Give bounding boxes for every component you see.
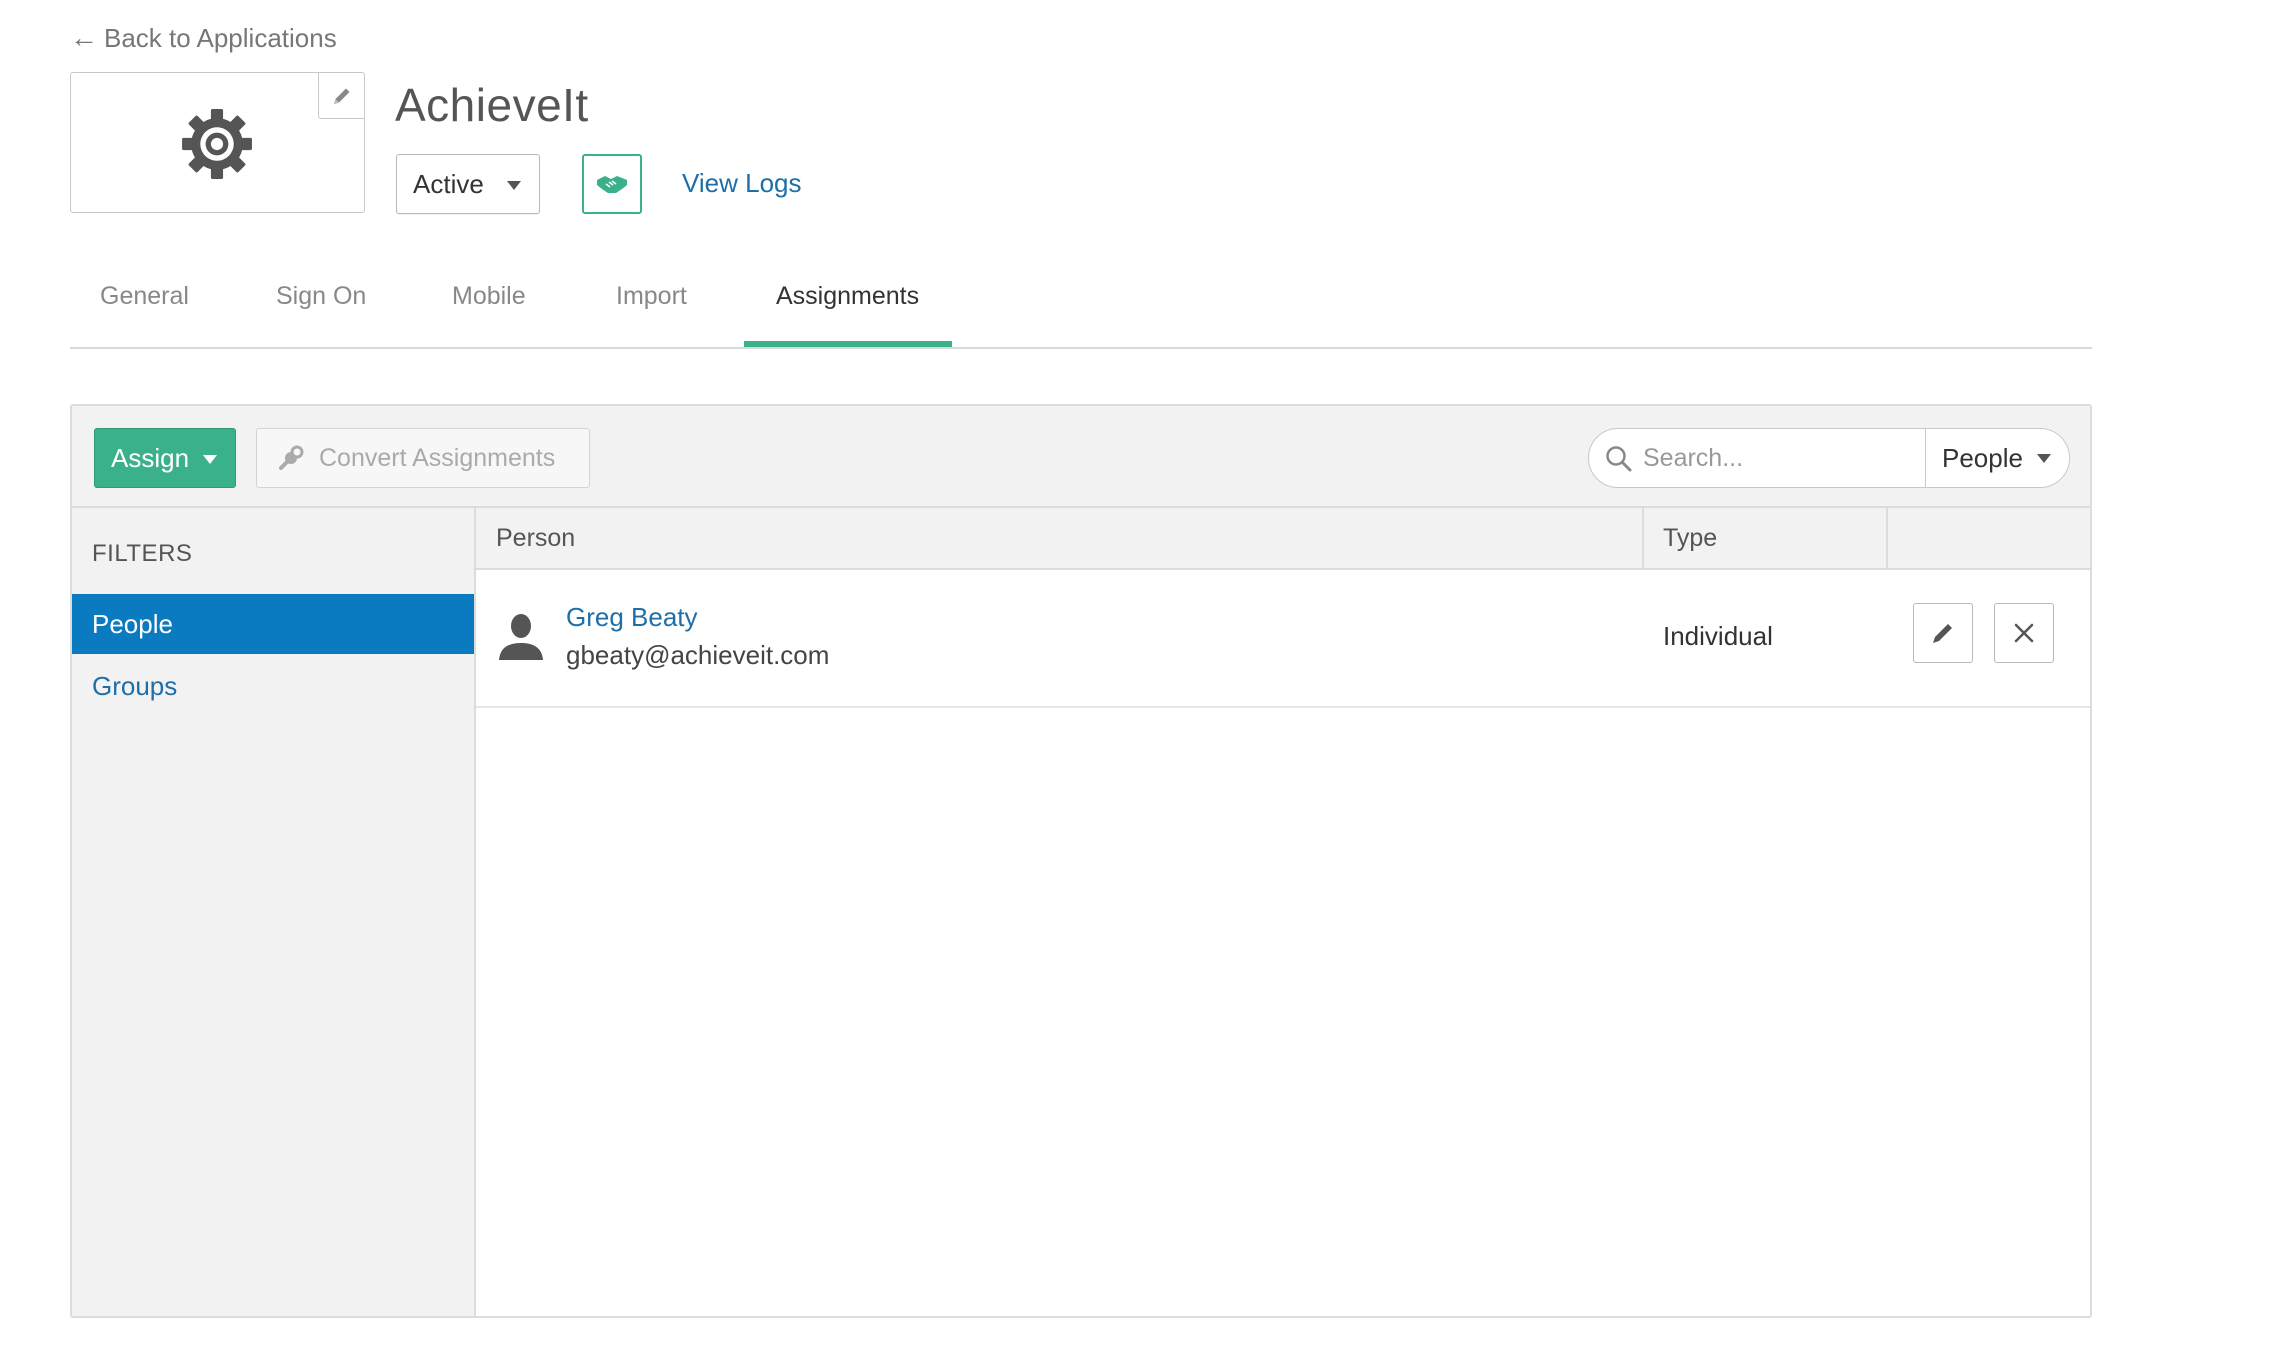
person-name-link[interactable]: Greg Beaty <box>566 602 698 633</box>
column-divider <box>1642 508 1644 570</box>
filter-groups[interactable]: Groups <box>72 656 474 716</box>
edit-logo-button[interactable] <box>318 73 364 119</box>
search-input[interactable] <box>1643 429 1923 487</box>
filter-people[interactable]: People <box>72 594 474 654</box>
app-logo <box>70 72 365 213</box>
person-email: gbeaty@achieveit.com <box>566 640 830 670</box>
back-to-applications-link[interactable]: ← Back to Applications <box>70 22 337 54</box>
arrow-left-icon: ← <box>70 22 98 53</box>
app-tabs: General Sign On Mobile Import Assignment… <box>70 258 2092 349</box>
pencil-icon <box>333 88 349 104</box>
filters-heading: FILTERS <box>92 540 193 567</box>
tab-assignments[interactable]: Assignments <box>776 282 919 311</box>
search-box: People <box>1588 428 2070 488</box>
gear-icon <box>182 109 252 179</box>
chevron-down-icon <box>507 181 521 190</box>
column-divider <box>1886 508 1888 570</box>
pencil-icon <box>1933 624 1952 643</box>
assign-button[interactable]: Assign <box>94 428 236 488</box>
assignments-panel: Assign Convert Assignments People FILTER <box>70 404 2092 1318</box>
tab-mobile[interactable]: Mobile <box>452 282 526 311</box>
chevron-down-icon <box>203 455 217 464</box>
view-logs-link[interactable]: View Logs <box>682 168 802 199</box>
convert-assignments-button[interactable]: Convert Assignments <box>256 428 590 488</box>
provisioning-button[interactable] <box>582 154 642 214</box>
table-row: Greg Beaty gbeaty@achieveit.com Individu… <box>476 570 2090 708</box>
app-status-dropdown[interactable]: Active <box>396 154 540 214</box>
assignment-type: Individual <box>1663 621 1773 651</box>
remove-assignment-button[interactable] <box>1994 603 2054 663</box>
wrench-icon <box>279 445 304 470</box>
assign-label: Assign <box>111 442 190 473</box>
assignments-table: Person Type Greg Beaty gbeaty@achieveit.… <box>476 508 2090 708</box>
search-scope-value: People <box>1942 442 2023 473</box>
back-link-label: Back to Applications <box>104 22 337 53</box>
filters-sidebar: FILTERS People Groups <box>72 508 476 1316</box>
active-tab-indicator <box>744 341 952 347</box>
search-icon <box>1606 446 1632 472</box>
column-header-type[interactable]: Type <box>1663 524 1717 553</box>
tab-sign-on[interactable]: Sign On <box>276 282 366 311</box>
tab-import[interactable]: Import <box>616 282 687 311</box>
convert-label: Convert Assignments <box>319 443 556 472</box>
status-value: Active <box>413 168 484 199</box>
table-header: Person Type <box>476 508 2090 570</box>
edit-assignment-button[interactable] <box>1913 603 1973 663</box>
chevron-down-icon <box>2037 454 2051 463</box>
search-scope-dropdown[interactable]: People <box>1925 429 2069 487</box>
assignments-toolbar: Assign Convert Assignments People <box>72 406 2090 508</box>
page-title: AchieveIt <box>395 79 589 131</box>
tab-general[interactable]: General <box>100 282 189 311</box>
person-icon <box>499 614 543 660</box>
handshake-icon <box>597 176 627 193</box>
column-header-person[interactable]: Person <box>496 524 575 553</box>
close-icon <box>2014 623 2034 643</box>
